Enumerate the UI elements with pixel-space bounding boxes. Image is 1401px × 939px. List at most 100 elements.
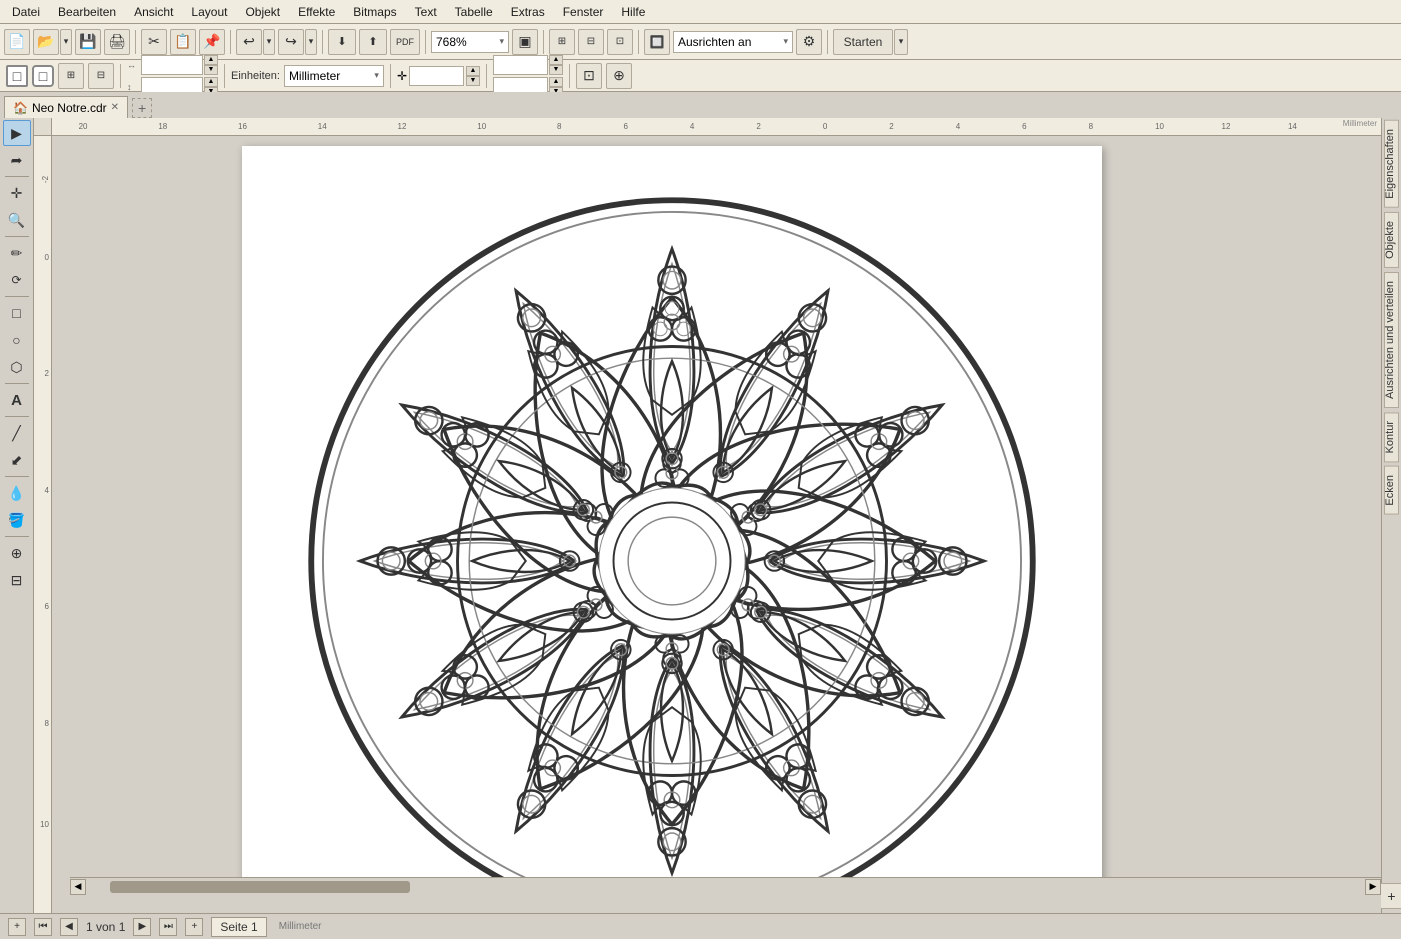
crop-tool[interactable]: ⊟ xyxy=(3,567,31,593)
line-tool[interactable]: ╱ xyxy=(3,420,31,446)
menu-text[interactable]: Text xyxy=(407,3,445,21)
first-page-button[interactable]: ⏮ xyxy=(34,918,52,936)
menu-objekt[interactable]: Objekt xyxy=(237,3,288,21)
menu-hilfe[interactable]: Hilfe xyxy=(613,3,653,21)
view-mode-button[interactable]: ▣ xyxy=(512,29,538,55)
publish-button[interactable]: Starten xyxy=(833,29,893,55)
tool-sep1 xyxy=(5,176,29,177)
next-page-button[interactable]: ▶ xyxy=(133,918,151,936)
size2-up[interactable]: ▲ xyxy=(549,77,563,87)
rect-tool[interactable]: □ xyxy=(3,300,31,326)
snap-toggle[interactable]: ⊡ xyxy=(607,29,633,55)
panel-objekte[interactable]: Objekte xyxy=(1384,212,1399,268)
tab-close[interactable]: ✕ xyxy=(111,102,119,113)
new-tab-button[interactable]: + xyxy=(132,98,152,118)
menu-effekte[interactable]: Effekte xyxy=(290,3,343,21)
cut-button[interactable]: ✂ xyxy=(141,29,167,55)
transform-tool[interactable]: ✛ xyxy=(3,180,31,206)
panel-kontur[interactable]: Kontur xyxy=(1384,412,1399,462)
settings-button[interactable]: ⚙ xyxy=(796,29,822,55)
size1-up[interactable]: ▲ xyxy=(549,55,563,65)
scroll-right-button[interactable]: ▶ xyxy=(1365,879,1381,895)
snap-size-button[interactable]: ⊡ xyxy=(576,63,602,89)
scroll-left-button[interactable]: ◀ xyxy=(70,879,86,895)
zoom-tool[interactable]: 🔍 xyxy=(3,207,31,233)
height-up[interactable]: ▲ xyxy=(204,77,218,87)
save-button[interactable]: 💾 xyxy=(75,29,101,55)
open-dropdown[interactable]: ▾ xyxy=(60,29,72,55)
select-tool[interactable]: ▶ xyxy=(3,120,31,146)
canvas-area[interactable]: ◀ ▶ xyxy=(52,136,1381,895)
menu-fenster[interactable]: Fenster xyxy=(555,3,612,21)
nudge-icon: ✛ xyxy=(397,69,407,83)
dropper-tool[interactable]: 💧 xyxy=(3,480,31,506)
menubar: Datei Bearbeiten Ansicht Layout Objekt E… xyxy=(0,0,1401,24)
snap-to-grid1[interactable]: ⊞ xyxy=(549,29,575,55)
nudge-input[interactable]: 0,1 mm xyxy=(409,66,464,86)
snap-magnet[interactable]: 🔲 xyxy=(644,29,670,55)
prev-page-button[interactable]: ◀ xyxy=(60,918,78,936)
ruler-v-tick-10: 10 xyxy=(40,820,49,829)
snap-to-grid2[interactable]: ⊟ xyxy=(578,29,604,55)
fill-tool[interactable]: 🪣 xyxy=(3,507,31,533)
nudge-up[interactable]: ▲ xyxy=(466,66,480,76)
rect-shape-button[interactable]: □ xyxy=(6,65,28,87)
scroll-thumb-h[interactable] xyxy=(110,881,410,893)
undo-dropdown[interactable]: ▾ xyxy=(263,29,275,55)
nudge-down[interactable]: ▼ xyxy=(466,76,480,86)
open-button[interactable]: 📂 xyxy=(33,29,59,55)
node-tool[interactable]: ➦ xyxy=(3,147,31,173)
import-button[interactable]: ⬇ xyxy=(328,29,356,55)
ruler-tick-8: 8 xyxy=(1089,122,1093,131)
ruler-v-tick-2: 2 xyxy=(45,369,49,378)
plus-button[interactable]: ⊕ xyxy=(606,63,632,89)
panel-ecken[interactable]: Ecken xyxy=(1384,466,1399,515)
menu-extras[interactable]: Extras xyxy=(503,3,553,21)
last-page-button[interactable]: ⏭ xyxy=(159,918,177,936)
tab-neo-notre[interactable]: 🏠 Neo Notre.cdr ✕ xyxy=(4,96,128,118)
sep-t2-3 xyxy=(390,64,391,88)
units-dropdown[interactable]: Millimeter xyxy=(284,65,384,87)
redo-button[interactable]: ↪ xyxy=(278,29,304,55)
pdf-button[interactable]: PDF xyxy=(390,29,420,55)
width-up[interactable]: ▲ xyxy=(204,55,218,65)
menu-layout[interactable]: Layout xyxy=(183,3,235,21)
menu-ansicht[interactable]: Ansicht xyxy=(126,3,181,21)
scale-button[interactable]: ⊞ xyxy=(58,63,84,89)
redo-dropdown[interactable]: ▾ xyxy=(305,29,317,55)
size1-down[interactable]: ▼ xyxy=(549,65,563,75)
export-button[interactable]: ⬆ xyxy=(359,29,387,55)
polygon-tool[interactable]: ⬡ xyxy=(3,354,31,380)
width-down[interactable]: ▼ xyxy=(204,65,218,75)
panel-eigenschaften[interactable]: Eigenschaften xyxy=(1384,120,1399,208)
rounded-shape-button[interactable]: □ xyxy=(32,65,54,87)
width-input[interactable]: 30,0 mm xyxy=(141,55,203,75)
ellipse-tool[interactable]: ○ xyxy=(3,327,31,353)
connector-tool[interactable]: ⬋ xyxy=(3,447,31,473)
menu-datei[interactable]: Datei xyxy=(4,3,48,21)
blend-tool[interactable]: ⊕ xyxy=(3,540,31,566)
panel-ausrichten[interactable]: Ausrichten und verteilen xyxy=(1384,272,1399,408)
tool-sep2 xyxy=(5,236,29,237)
add-page-right-button[interactable]: + xyxy=(185,918,203,936)
print-button[interactable]: 🖨 xyxy=(104,29,130,55)
align-button2[interactable]: ⊟ xyxy=(88,63,114,89)
add-page-left-button[interactable]: + xyxy=(8,918,26,936)
text-tool[interactable]: A xyxy=(3,387,31,413)
menu-tabelle[interactable]: Tabelle xyxy=(447,3,501,21)
menu-bearbeiten[interactable]: Bearbeiten xyxy=(50,3,124,21)
undo-button[interactable]: ↩ xyxy=(236,29,262,55)
mandala-svg xyxy=(282,171,1062,895)
width-icon: ↔ xyxy=(127,60,139,70)
new-button[interactable]: 📄 xyxy=(4,29,30,55)
right-panel-add[interactable]: + xyxy=(1379,883,1401,909)
size1-input[interactable]: 5,0 mm xyxy=(493,55,548,75)
copy-button[interactable]: 📋 xyxy=(170,29,196,55)
align-dropdown[interactable]: Ausrichten an xyxy=(673,31,793,53)
freehand-tool[interactable]: ✏ xyxy=(3,240,31,266)
paste-button[interactable]: 📌 xyxy=(199,29,225,55)
spiral-tool[interactable]: ⟳ xyxy=(3,267,31,293)
publish-dropdown[interactable]: ▾ xyxy=(894,29,908,55)
menu-bitmaps[interactable]: Bitmaps xyxy=(345,3,404,21)
zoom-dropdown[interactable]: 768% xyxy=(431,31,509,53)
